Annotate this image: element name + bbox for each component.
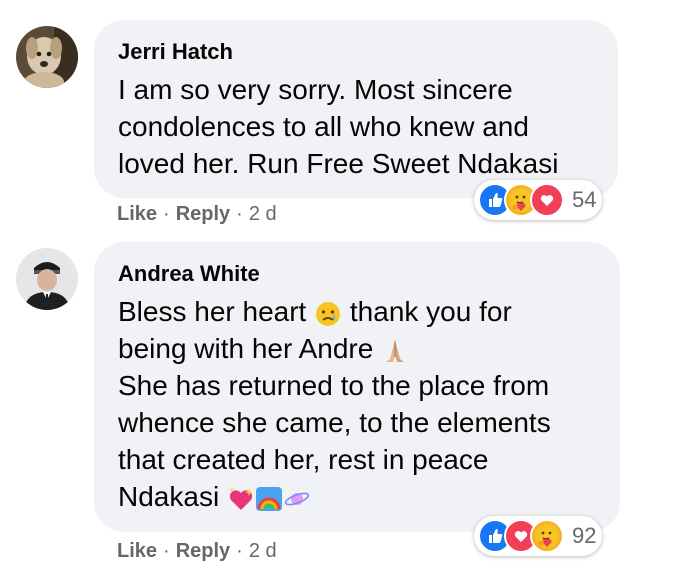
like-button[interactable]: Like: [117, 203, 157, 225]
reaction-summary[interactable]: 54: [474, 180, 603, 220]
comment-author[interactable]: Andrea White: [118, 261, 260, 287]
comment-timestamp[interactable]: 2 d: [249, 540, 277, 562]
reaction-summary[interactable]: 92: [474, 516, 603, 556]
comment-timestamp[interactable]: 2 d: [249, 203, 277, 225]
comment-text-line: that created her, rest in peace: [118, 444, 489, 475]
comment-author[interactable]: Jerri Hatch: [118, 39, 233, 65]
comment-actions: Like · Reply · 2 d: [117, 540, 277, 563]
comment-text-line: I am so very sorry. Most sincere: [118, 74, 513, 105]
comment-bubble: Andrea White Bless her heart thank you f…: [94, 242, 620, 532]
avatar[interactable]: [16, 248, 78, 310]
comment-actions: Like · Reply · 2 d: [117, 203, 277, 226]
comment-bubble: Jerri Hatch I am so very sorry. Most sin…: [94, 20, 618, 198]
avatar[interactable]: [16, 26, 78, 88]
comment-text-line: loved her. Run Free Sweet Ndakasi: [118, 148, 559, 179]
comment-text-line: Bless her heart thank you for: [118, 293, 512, 330]
sparkling-heart-emoji: [227, 485, 255, 513]
separator: ·: [236, 540, 243, 562]
separator: ·: [163, 540, 170, 562]
comment-text-segment: thank you for: [349, 296, 512, 327]
reply-button[interactable]: Reply: [176, 540, 230, 562]
love-icon: [530, 183, 564, 217]
comment-text-segment: Bless her heart: [118, 296, 307, 327]
comment-text-line: whence she came, to the elements: [118, 407, 551, 438]
separator: ·: [163, 203, 170, 225]
reply-button[interactable]: Reply: [176, 203, 230, 225]
reaction-count: 54: [572, 187, 597, 212]
like-button[interactable]: Like: [117, 540, 157, 562]
reaction-count: 92: [572, 523, 597, 548]
rainbow-emoji: [255, 485, 283, 513]
folded-hands-emoji: [381, 337, 409, 365]
care-icon: [530, 519, 564, 553]
comment-text-line: being with her Andre: [118, 330, 409, 367]
separator: ·: [236, 203, 243, 225]
comment-text-segment: Ndakasi: [118, 481, 220, 512]
ringed-planet-emoji: [283, 485, 311, 513]
comment-text-line: Ndakasi: [118, 478, 311, 515]
comment-text-segment: being with her Andre: [118, 333, 374, 364]
crying-face-emoji: [314, 300, 342, 328]
comment-text-line: condolences to all who knew and: [118, 111, 529, 142]
comment-text-line: She has returned to the place from: [118, 370, 550, 401]
